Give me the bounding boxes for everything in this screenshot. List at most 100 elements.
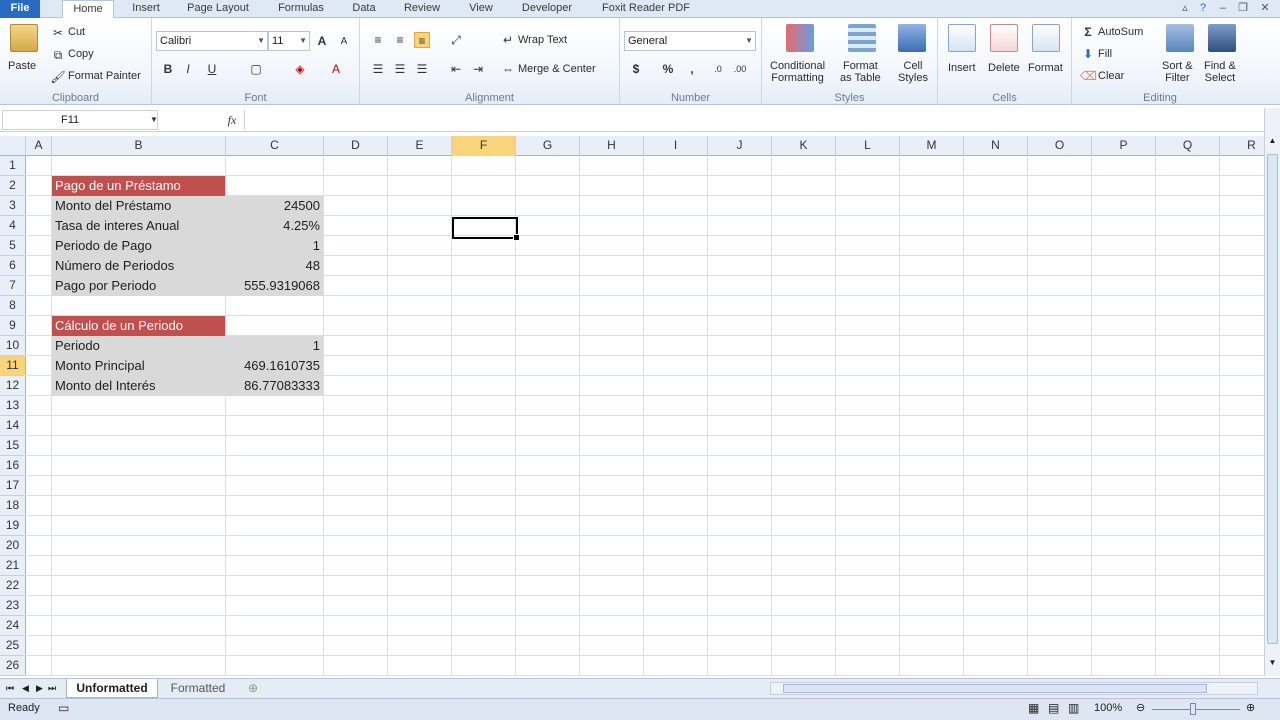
row-header-13[interactable]: 13 [0, 396, 26, 416]
cell-c4[interactable]: 4.25% [226, 216, 323, 236]
row-header-5[interactable]: 5 [0, 236, 26, 256]
comma-style-icon[interactable]: , [684, 61, 700, 77]
bold-icon[interactable]: B [160, 61, 176, 77]
increase-decimal-icon[interactable]: .0 [710, 61, 726, 77]
row-header-11[interactable]: 11 [0, 356, 26, 376]
copy-button[interactable]: Copy [68, 48, 94, 60]
underline-icon[interactable]: U [204, 61, 220, 77]
cell-b6[interactable]: Número de Periodos [52, 256, 225, 276]
column-header-e[interactable]: E [388, 136, 452, 156]
column-header-g[interactable]: G [516, 136, 580, 156]
percent-icon[interactable]: % [660, 61, 676, 77]
font-name-select[interactable]: Calibri ▼ [156, 31, 268, 51]
chevron-down-icon[interactable]: ▼ [146, 112, 162, 128]
row-header-3[interactable]: 3 [0, 196, 26, 216]
tab-review[interactable]: Review [398, 0, 446, 18]
cell-b10[interactable]: Periodo [52, 336, 225, 356]
select-all-corner[interactable] [0, 136, 26, 156]
scroll-down-icon[interactable]: ▼ [1267, 658, 1278, 674]
window-restore-icon[interactable]: ❐ [1236, 2, 1250, 16]
insert-sheet-icon[interactable]: ⊕ [248, 679, 258, 698]
format-button[interactable]: Format [1028, 62, 1063, 74]
paste-icon[interactable] [10, 24, 38, 52]
column-header-h[interactable]: H [580, 136, 644, 156]
grow-font-icon[interactable]: A [314, 33, 330, 49]
row-header-10[interactable]: 10 [0, 336, 26, 356]
cut-button[interactable]: Cut [68, 26, 85, 38]
zoom-level[interactable]: 100% [1094, 702, 1122, 714]
tab-page-layout[interactable]: Page Layout [180, 0, 256, 18]
align-right-icon[interactable]: ☰ [414, 61, 430, 77]
zoom-out-icon[interactable]: ⊖ [1136, 701, 1145, 714]
column-header-b[interactable]: B [52, 136, 226, 156]
row-header-20[interactable]: 20 [0, 536, 26, 556]
insert-button[interactable]: Insert [948, 62, 976, 74]
fill-color-icon[interactable]: ◈ [292, 61, 308, 77]
zoom-in-icon[interactable]: ⊕ [1246, 701, 1255, 714]
format-painter-button[interactable]: Format Painter [68, 70, 141, 82]
column-header-c[interactable]: C [226, 136, 324, 156]
row-header-24[interactable]: 24 [0, 616, 26, 636]
column-header-m[interactable]: M [900, 136, 964, 156]
next-sheet-icon[interactable]: ▶ [36, 679, 43, 698]
minimize-ribbon-icon[interactable]: ▵ [1178, 2, 1192, 16]
horizontal-scroll-thumb[interactable] [783, 684, 1207, 693]
zoom-slider[interactable] [1152, 709, 1240, 710]
tab-data[interactable]: Data [346, 0, 382, 18]
cell-c5[interactable]: 1 [226, 236, 323, 256]
row-header-15[interactable]: 15 [0, 436, 26, 456]
row-header-19[interactable]: 19 [0, 516, 26, 536]
cell-b5[interactable]: Periodo de Pago [52, 236, 225, 256]
row-header-21[interactable]: 21 [0, 556, 26, 576]
font-color-icon[interactable]: A [328, 61, 344, 77]
align-top-icon[interactable]: ≡ [370, 32, 386, 48]
cell-b3[interactable]: Monto del Préstamo [52, 196, 225, 216]
cell-b9[interactable]: Cálculo de un Periodo [52, 316, 225, 336]
cell-b4[interactable]: Tasa de interes Anual [52, 216, 225, 236]
row-header-18[interactable]: 18 [0, 496, 26, 516]
cell-c12[interactable]: 86.77083333 [226, 376, 323, 396]
column-header-j[interactable]: J [708, 136, 772, 156]
currency-icon[interactable]: $ [628, 61, 644, 77]
first-sheet-icon[interactable]: ⏮ [6, 679, 14, 698]
vertical-scrollbar[interactable]: ▲ ▼ [1264, 108, 1280, 676]
tab-view[interactable]: View [462, 0, 500, 18]
insert-function-icon[interactable]: fx [224, 112, 240, 128]
column-header-p[interactable]: P [1092, 136, 1156, 156]
column-header-o[interactable]: O [1028, 136, 1092, 156]
row-header-12[interactable]: 12 [0, 376, 26, 396]
normal-view-icon[interactable]: ▦ [1028, 701, 1039, 715]
scroll-up-icon[interactable]: ▲ [1267, 136, 1278, 152]
cell-c7[interactable]: 555.9319068 [226, 276, 323, 296]
clear-button[interactable]: Clear [1098, 70, 1124, 82]
name-box[interactable]: F11 [2, 110, 158, 130]
tab-foxit-reader-pdf[interactable]: Foxit Reader PDF [594, 0, 698, 18]
border-icon[interactable]: ▢ [248, 61, 264, 77]
help-icon[interactable]: ? [1196, 2, 1210, 16]
last-sheet-icon[interactable]: ⏭ [48, 679, 56, 698]
delete-button[interactable]: Delete [988, 62, 1020, 74]
row-header-7[interactable]: 7 [0, 276, 26, 296]
window-minimize-icon[interactable]: – [1216, 2, 1230, 16]
cell-b7[interactable]: Pago por Periodo [52, 276, 225, 296]
row-header-16[interactable]: 16 [0, 456, 26, 476]
increase-indent-icon[interactable]: ⇥ [470, 61, 486, 77]
italic-icon[interactable]: I [180, 61, 196, 77]
column-header-n[interactable]: N [964, 136, 1028, 156]
macro-record-icon[interactable]: ▭ [58, 701, 69, 715]
row-header-25[interactable]: 25 [0, 636, 26, 656]
autosum-button[interactable]: AutoSum [1098, 26, 1143, 38]
cell-b2[interactable]: Pago de un Préstamo [52, 176, 225, 196]
row-header-1[interactable]: 1 [0, 156, 26, 176]
prev-sheet-icon[interactable]: ◀ [22, 679, 29, 698]
row-header-26[interactable]: 26 [0, 656, 26, 676]
sheet-tab-unformatted[interactable]: Unformatted [66, 679, 158, 698]
active-cell-selection[interactable] [452, 217, 520, 241]
tab-formulas[interactable]: Formulas [270, 0, 332, 18]
conditional-formatting-button[interactable]: Conditional Formatting [770, 60, 825, 84]
tab-file[interactable]: File [0, 0, 40, 18]
formula-input[interactable] [244, 110, 1262, 130]
format-as-table-button[interactable]: Format as Table [840, 60, 881, 84]
column-header-a[interactable]: A [26, 136, 52, 156]
merge-center-button[interactable]: Merge & Center [518, 63, 596, 75]
